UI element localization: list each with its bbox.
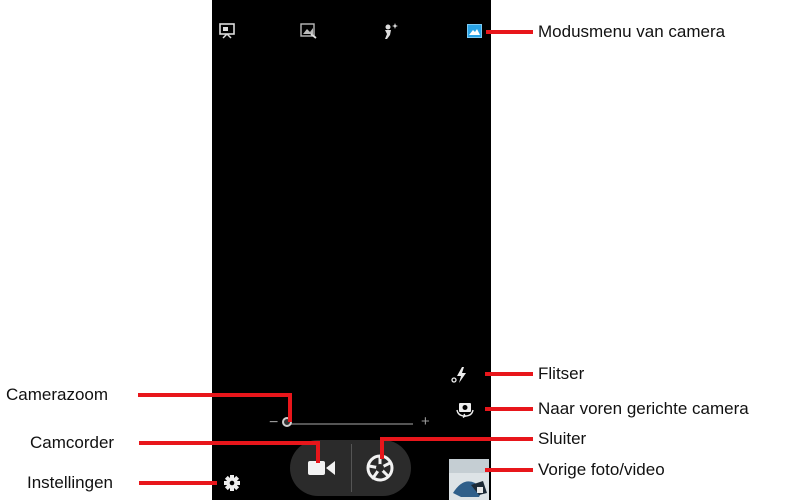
landscape-mode-icon[interactable] [467,24,482,38]
callout-line-flash [485,372,533,376]
portrait-sparkle-mode-icon[interactable] [383,22,400,40]
callout-front-camera: Naar voren gerichte camera [538,399,749,418]
presentation-mode-icon[interactable] [219,23,235,39]
zoom-out-label[interactable]: − [269,414,278,432]
flash-icon[interactable] [451,366,469,384]
callout-flash: Flitser [538,364,585,383]
previous-media-thumbnail[interactable] [449,459,489,500]
callout-zoom: Camerazoom [6,385,109,404]
capture-controls-divider [351,444,352,492]
callout-line-zoom [138,393,292,397]
zoom-in-label[interactable]: + [421,413,430,430]
scene-mode-icon[interactable] [300,23,317,39]
callout-previous: Vorige foto/video [538,460,665,479]
zoom-slider-track[interactable] [287,423,413,425]
callout-line-mode-menu [486,30,533,34]
callout-line-zoom-drop [288,393,292,422]
callout-line-front-camera [485,407,533,411]
callout-line-camcorder [139,441,320,445]
callout-camcorder: Camcorder [30,433,115,452]
settings-gear-icon[interactable] [223,474,241,492]
video-camera-icon[interactable] [308,459,336,477]
callout-line-shutter [380,437,533,441]
camera-switch-icon[interactable] [455,400,475,418]
callout-line-camcorder-drop [316,441,320,463]
callout-settings: Instellingen [27,473,114,492]
callout-line-settings [139,481,217,485]
callout-shutter: Sluiter [538,429,587,448]
callout-mode-menu: Modusmenu van camera [538,22,726,41]
callout-line-previous [485,468,533,472]
camera-viewfinder[interactable]: − + [212,0,491,500]
callout-line-shutter-drop [380,437,384,459]
